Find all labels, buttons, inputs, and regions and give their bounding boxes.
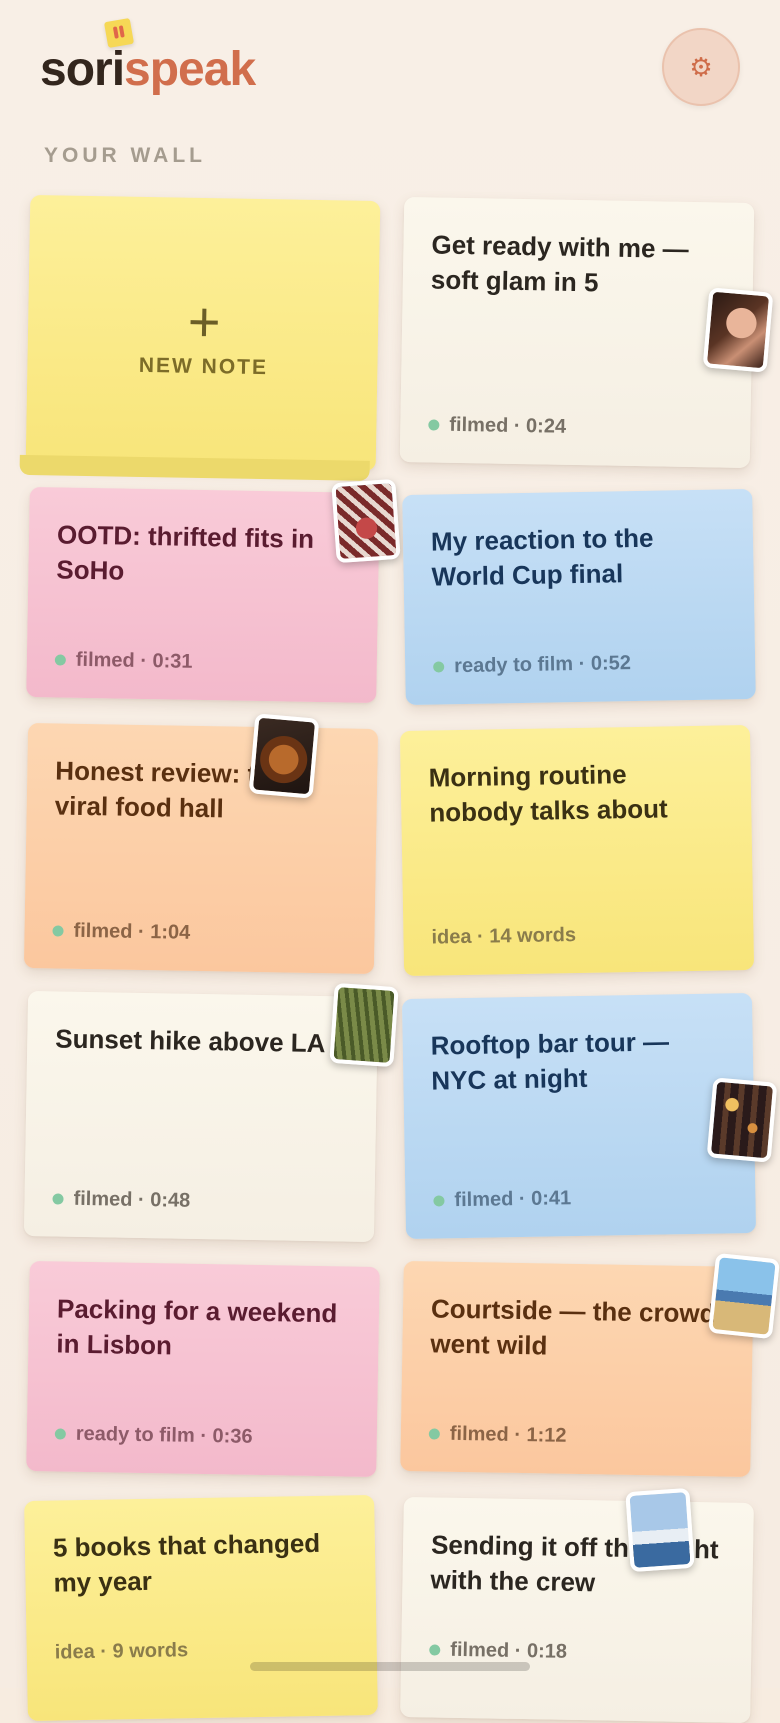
status-dot [429,1644,441,1656]
note-title-line: my year [53,1565,153,1598]
note-card[interactable]: Courtside — the crowd went wild filmed · … [400,1260,754,1478]
note-title-line: Sunset hike above LA [55,1023,326,1059]
note-title-line: Rooftop bar tour — [430,1026,670,1061]
new-note-button[interactable]: + NEW NOTE [19,194,381,481]
status-dot [52,925,64,937]
note-card[interactable]: Packing for a weekend in Lisbon ready to … [26,1260,380,1478]
note-card[interactable]: My reaction to the World Cup final ready … [402,488,756,706]
portrait-photo-thumbnail[interactable] [702,287,774,373]
note-card[interactable]: Sunset hike above LA filmed · 0:48 [23,990,379,1243]
home-indicator[interactable] [250,1662,530,1671]
logo-text-speak: speak [124,43,256,96]
status-dot [54,1428,66,1440]
bar-photo-thumbnail[interactable] [706,1077,778,1163]
wall-title: YOUR WALL [44,144,206,167]
note-card[interactable]: Sending it off the yacht with the crew fi… [400,1496,754,1723]
note-title-line: Morning routine [428,759,627,793]
outfit-photo-thumbnail[interactable] [331,478,401,564]
status-dot [433,661,445,673]
note-title-line: went wild [430,1328,548,1361]
note-card[interactable]: Get ready with me — soft glam in 5 filmed… [399,196,755,469]
logo-tag-icon [103,17,135,49]
status-dot [433,1195,445,1207]
note-title-line: viral food hall [54,790,224,824]
note-card[interactable]: Rooftop bar tour — NYC at night filmed · … [401,992,757,1240]
note-stack-shadow [19,454,370,481]
gear-icon: ⚙ [689,51,713,82]
forest-photo-thumbnail[interactable] [329,982,399,1068]
status-dot [54,654,66,666]
note-title-line: Get ready with me — [431,229,689,264]
note-meta: filmed · 0:48 [73,1187,191,1212]
food-photo-thumbnail[interactable] [248,713,320,799]
note-meta: filmed · 0:24 [449,413,567,438]
note-title-line: NYC at night [431,1062,588,1096]
note-meta: filmed · 1:04 [73,919,191,944]
note-meta: filmed · 1:12 [449,1422,567,1447]
plus-icon: + [187,289,222,354]
status-dot [428,419,440,431]
note-meta: idea · 9 words [54,1639,189,1664]
note-meta: ready to film · 0:36 [75,1422,253,1448]
note-title-line: nobody talks about [429,793,668,828]
note-title-line: 5 books that changed [52,1527,321,1563]
note-card[interactable]: OOTD: thrifted fits in SoHo filmed · 0:31 [26,486,380,704]
note-meta: ready to film · 0:52 [453,652,632,678]
note-title-line: with the crew [430,1564,596,1598]
note-card[interactable]: 5 books that changed my year idea · 9 wor… [24,1494,378,1722]
note-title-line: My reaction to the [430,522,654,557]
note-card[interactable]: Morning routine nobody talks about idea ·… [399,724,755,977]
note-meta: idea · 14 words [431,924,577,949]
note-title-line: OOTD: thrifted fits in [56,519,315,554]
note-title-line: Packing for a weekend [56,1293,338,1329]
settings-button[interactable]: ⚙ [662,28,740,106]
status-dot [428,1428,440,1440]
yacht-photo-thumbnail[interactable] [625,1487,695,1573]
note-title-line: Courtside — the crowd [430,1293,716,1329]
note-meta: filmed · 0:18 [450,1638,568,1663]
logo-text-sori: sori [40,43,125,96]
note-title-line: World Cup final [431,558,624,592]
note-card[interactable]: Honest review: the viral food hall filmed… [23,722,379,975]
note-meta: filmed · 0:31 [75,648,193,673]
note-title-line: soft glam in 5 [430,264,599,298]
note-title-line: SoHo [56,554,125,586]
crowd-photo-thumbnail[interactable] [707,1252,780,1340]
status-dot [52,1193,64,1205]
note-meta: filmed · 0:41 [454,1187,572,1212]
new-note-label: NEW NOTE [138,353,269,380]
note-title-line: in Lisbon [56,1328,173,1361]
sorispeak-logo: sorispeak [40,17,256,100]
app-screen: sorispeak ⚙ YOUR WALL + NEW NOTE Get rea… [0,0,780,1723]
